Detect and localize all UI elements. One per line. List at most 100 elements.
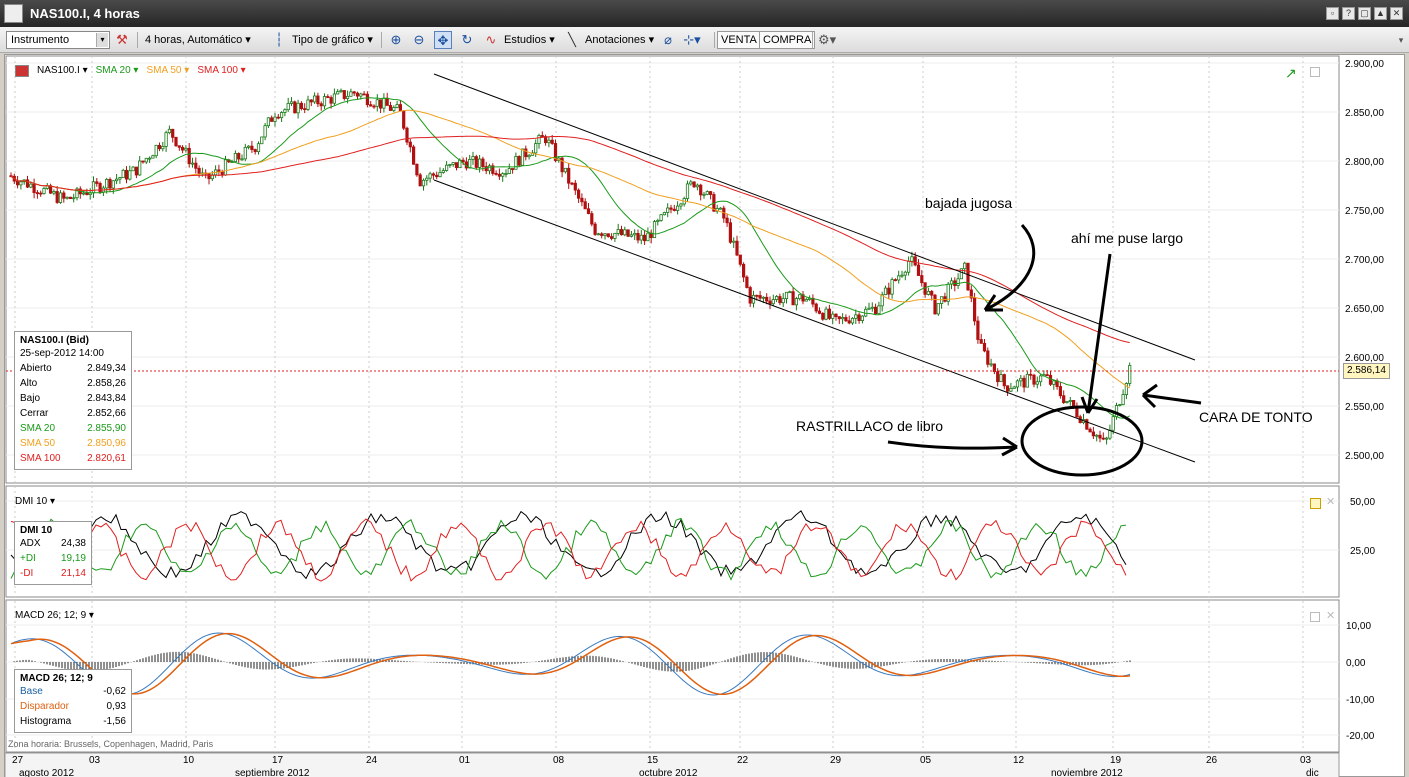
x-day-label: 01 xyxy=(459,755,471,766)
candle-body xyxy=(322,96,327,107)
chart-canvas[interactable]: 2.900,00 2.850,00 2.800,00 2.750,00 2.700,00… xyxy=(5,55,1406,777)
candle-body xyxy=(1022,377,1026,388)
candle-body xyxy=(775,296,779,300)
zoom-out-icon[interactable]: ⊖ xyxy=(410,31,428,49)
candle-body xyxy=(392,107,396,111)
symbol-label[interactable]: NAS100.I ▾ xyxy=(37,65,88,77)
timeframe-dropdown[interactable]: 4 horas, Automático ▾ xyxy=(145,31,251,49)
candle-body xyxy=(266,117,271,127)
panel-maximize-icon[interactable] xyxy=(1310,612,1320,622)
candle-body xyxy=(504,173,508,175)
candle-body xyxy=(550,139,554,144)
candle-body xyxy=(95,181,99,184)
candle-body xyxy=(260,136,264,145)
candle-body xyxy=(883,287,888,296)
candle-body xyxy=(580,197,584,203)
eraser-icon[interactable]: ⌀ xyxy=(659,31,677,49)
candle-body xyxy=(194,162,198,169)
candle-body xyxy=(487,165,492,172)
y-tick-label: 2.900,00 xyxy=(1345,59,1384,70)
candle-body xyxy=(913,256,917,266)
instrument-input[interactable]: Instrumento ▾ xyxy=(6,31,110,49)
candle-body xyxy=(982,342,987,352)
candle-body xyxy=(184,147,188,151)
candle-body xyxy=(378,99,383,109)
candle-body xyxy=(428,173,432,179)
refresh-icon[interactable]: ↻ xyxy=(458,31,476,49)
candle-body xyxy=(451,162,455,165)
restore-icon[interactable]: ▢ xyxy=(1358,7,1371,20)
candle-body xyxy=(501,173,505,177)
candle-body xyxy=(263,125,267,138)
candle-body xyxy=(1121,394,1125,406)
sma100-legend[interactable]: SMA 100 ▾ xyxy=(197,65,245,77)
sma20-legend[interactable]: SMA 20 ▾ xyxy=(96,65,139,77)
candle-body xyxy=(989,363,993,366)
zoom-in-icon[interactable]: ⊕ xyxy=(387,31,405,49)
annotations-label: Anotaciones xyxy=(585,34,646,46)
x-day-label: 19 xyxy=(1110,755,1122,766)
minimize-window-icon[interactable]: ▲ xyxy=(1374,7,1387,20)
sell-button[interactable]: VENTA xyxy=(717,31,761,49)
candle-body xyxy=(689,181,693,185)
candle-body xyxy=(435,174,439,178)
candle-body xyxy=(534,143,538,154)
candle-body xyxy=(510,168,515,170)
candle-body xyxy=(903,271,907,276)
candle-body xyxy=(791,291,795,306)
candle-body xyxy=(910,256,914,262)
panel-maximize-icon[interactable] xyxy=(1310,67,1320,77)
drawing-tools-icon[interactable]: ⚒ xyxy=(113,31,131,49)
y-tick-label: 2.650,00 xyxy=(1345,304,1384,315)
sma50-legend[interactable]: SMA 50 ▾ xyxy=(146,65,189,77)
candle-body xyxy=(626,229,630,237)
candle-body xyxy=(1062,395,1066,403)
panel-close-icon[interactable]: ✕ xyxy=(1326,495,1335,508)
candle-body xyxy=(365,93,370,106)
settings-gear-icon[interactable]: ⚙▾ xyxy=(818,31,836,49)
candle-body xyxy=(672,208,676,211)
candle-body xyxy=(187,147,191,165)
chart-area[interactable]: 2.900,00 2.850,00 2.800,00 2.750,00 2.700,00… xyxy=(4,54,1405,777)
crosshair-icon[interactable]: ✥ xyxy=(434,31,452,49)
candle-body xyxy=(1058,386,1062,397)
macd-label[interactable]: MACD 26; 12; 9 ▾ xyxy=(15,610,94,621)
panel-close-icon[interactable]: ✕ xyxy=(1326,609,1335,622)
candle-body xyxy=(636,233,640,241)
instrument-dropdown-icon[interactable]: ▾ xyxy=(96,33,108,47)
candle-body xyxy=(408,141,412,148)
toolbar: Instrumento ▾ ⚒ 4 horas, Automático ▾ ┆ … xyxy=(0,27,1409,53)
candle-body xyxy=(29,183,33,188)
annotation-bajada-jugosa: bajada jugosa xyxy=(925,195,1013,211)
chart-type-dropdown[interactable]: Tipo de gráfico ▾ xyxy=(292,31,373,49)
toolbar-scroll-icon[interactable]: ▾ xyxy=(1392,31,1409,49)
candle-body xyxy=(600,233,604,236)
candle-body xyxy=(134,166,138,176)
candle-body xyxy=(296,102,300,114)
dmi-label[interactable]: DMI 10 ▾ xyxy=(15,496,55,507)
buy-button[interactable]: COMPRA xyxy=(759,31,816,49)
close-icon[interactable]: ✕ xyxy=(1390,7,1403,20)
candle-body xyxy=(1085,419,1089,430)
y-tick-label: 2.550,00 xyxy=(1345,402,1384,413)
studies-icon[interactable]: ∿ xyxy=(482,31,500,49)
info-key: Bajo xyxy=(20,393,41,404)
candle-body xyxy=(1002,374,1006,387)
annotations-dropdown[interactable]: Anotaciones ▾ xyxy=(585,31,654,49)
panel-maximize-icon[interactable] xyxy=(1310,498,1321,509)
candle-body xyxy=(897,275,901,281)
studies-dropdown[interactable]: Estudios ▾ xyxy=(504,31,555,49)
chart-type-icon[interactable]: ┆ xyxy=(270,31,288,49)
line-tool-icon[interactable]: ╲ xyxy=(563,31,581,49)
candle-body xyxy=(1015,380,1020,388)
candle-body xyxy=(616,229,620,234)
help-icon[interactable]: ? xyxy=(1342,7,1355,20)
candle-body xyxy=(336,91,340,95)
candle-body xyxy=(930,290,934,296)
candle-body xyxy=(999,374,1003,383)
add-indicator-icon[interactable]: ⊹▾ xyxy=(683,31,701,49)
candle-body xyxy=(748,287,752,304)
candle-body xyxy=(190,162,195,165)
minimize-icon[interactable]: ▫ xyxy=(1326,7,1339,20)
candle-body xyxy=(540,135,544,137)
